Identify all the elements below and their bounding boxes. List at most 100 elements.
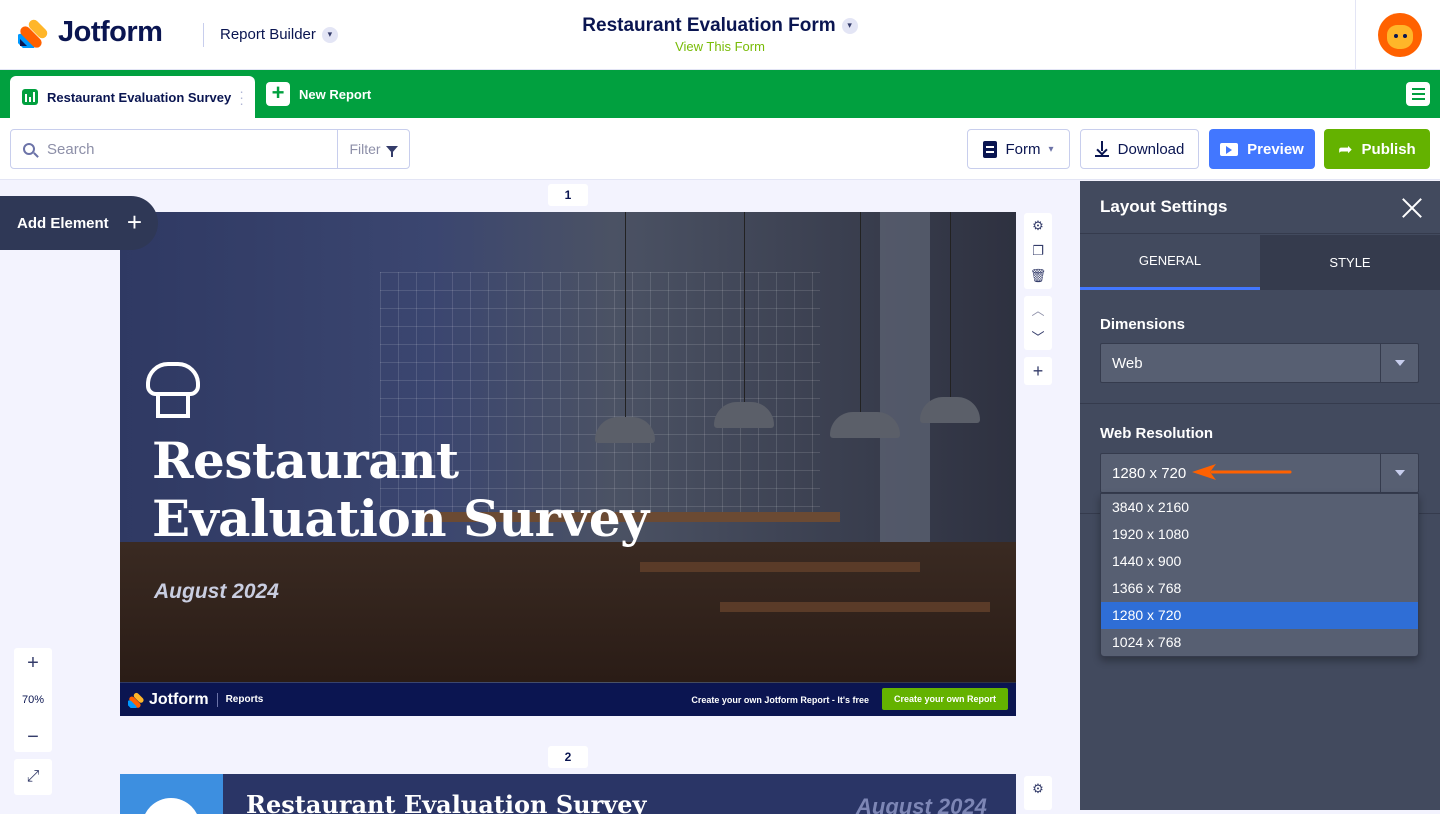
pendant-lamp [830,412,900,438]
publish-button[interactable]: ➦ Publish [1324,129,1430,169]
slide-date: August 2024 [154,580,279,603]
form-label: Form [1005,140,1041,158]
resolution-option[interactable]: 3840 x 2160 [1101,494,1418,521]
add-element-button[interactable]: Add Element + [0,196,158,250]
resolution-option[interactable]: 1920 x 1080 [1101,521,1418,548]
publish-label: Publish [1361,140,1416,158]
move-down-icon[interactable]: ﹀ [1031,327,1044,346]
search-input[interactable] [47,140,307,158]
add-slide-button[interactable]: + [1024,357,1052,385]
top-header: Jotform Report Builder ▾ Restaurant Eval… [0,0,1440,70]
resolution-option[interactable]: 1440 x 900 [1101,548,1418,575]
filter-label: Filter [349,141,381,157]
pendant-lamp [714,402,774,428]
close-icon[interactable] [1401,197,1423,219]
plus-icon: + [1032,360,1044,381]
cloud-icon [142,798,200,814]
chef-hat-icon [142,362,204,422]
hamburger-menu-icon[interactable] [1406,82,1430,106]
dropdown-arrow-icon [1380,344,1418,382]
slide-2[interactable]: Restaurant Evaluation Survey August 2024 [120,774,1016,814]
tab-general[interactable]: GENERAL [1080,235,1260,290]
dimensions-value: Web [1112,354,1143,372]
page-number: 2 [548,746,588,768]
form-title[interactable]: Restaurant Evaluation Form ▾ [0,15,1440,37]
slide-2-accent [120,774,223,814]
chevron-down-icon: ▾ [1048,143,1054,155]
lamp-cord [860,212,861,412]
slide-cover[interactable]: Restaurant Evaluation Survey August 2024… [120,212,1016,716]
panel-divider [1080,403,1440,404]
share-arrow-icon: ➦ [1338,139,1353,159]
gear-icon[interactable]: ⚙ [1032,781,1044,797]
move-up-icon[interactable]: ︿ [1031,300,1044,319]
report-icon [22,89,38,105]
panel-title: Layout Settings [1080,181,1440,234]
view-form-link[interactable]: View This Form [0,39,1440,54]
slide-footer: Jotform Reports Create your own Jotform … [120,683,1016,716]
form-icon [983,140,998,158]
page-number: 1 [548,184,588,206]
resolution-dropdown-list: 3840 x 2160 1920 x 1080 1440 x 900 1366 … [1100,493,1419,657]
lamp-cord [950,212,951,397]
footer-logo-text: Jotform [149,690,209,708]
slide-2-date: August 2024 [856,794,987,814]
search-box [10,129,338,169]
table [640,562,920,572]
slide-2-tools: ⚙ [1024,776,1052,810]
dimensions-label: Dimensions [1100,316,1186,333]
pendant-lamp [920,397,980,423]
dropdown-arrow-icon [1380,454,1418,492]
zoom-out-icon[interactable]: − [14,722,52,752]
filter-button[interactable]: Filter [337,129,410,169]
funnel-icon [385,145,398,157]
avatar[interactable] [1378,13,1422,57]
title-line-1: Restaurant [152,431,459,490]
more-options-icon[interactable]: · · · [239,84,244,110]
preview-button[interactable]: Preview [1209,129,1315,169]
zoom-in-icon[interactable]: + [14,648,52,678]
fullscreen-icon[interactable]: ⤢ [14,759,52,795]
table [720,602,990,612]
report-tabs-bar: Restaurant Evaluation Survey · · · [0,70,1440,118]
slide-order-tools: ︿ ﹀ [1024,296,1052,350]
copy-icon[interactable]: ❐ [1032,243,1044,259]
create-report-button[interactable]: Create your own Report [882,688,1008,710]
download-icon [1094,141,1109,157]
jotform-logo-icon [128,692,144,708]
zoom-controls: + 70% − [14,648,52,752]
footer-reports: Reports [225,694,264,705]
panel-tabs: GENERAL STYLE [1080,235,1440,290]
footer-divider [216,692,218,707]
web-resolution-value: 1280 x 720 [1112,464,1187,482]
download-button[interactable]: Download [1080,129,1199,169]
download-label: Download [1117,140,1185,158]
preview-label: Preview [1247,140,1304,158]
dimensions-select[interactable]: Web [1100,343,1419,383]
plus-icon: + [266,82,290,106]
new-report-label: New Report [299,86,372,102]
lamp-cord [744,212,745,402]
lamp-cord [625,212,626,417]
form-title-text: Restaurant Evaluation Form [582,15,836,36]
resolution-option-selected[interactable]: 1280 x 720 [1101,602,1418,629]
chevron-down-icon: ▾ [841,17,858,34]
new-report-button[interactable]: + New Report [266,82,371,106]
slide-tools: ⚙ ❐ 🗑 [1024,213,1052,289]
gear-icon[interactable]: ⚙ [1032,218,1044,234]
toolbar: Filter Form ▾ Download Preview ➦ Publish [0,118,1440,180]
tab-style[interactable]: STYLE [1260,235,1440,290]
account-area [1355,0,1440,70]
slide-2-title: Restaurant Evaluation Survey [246,790,647,814]
tab-label: Restaurant Evaluation Survey [47,89,232,105]
trash-icon[interactable]: 🗑 [1030,268,1047,284]
resolution-option[interactable]: 1366 x 768 [1101,575,1418,602]
footer-logo: Jotform [128,691,209,709]
resolution-option[interactable]: 1024 x 768 [1101,629,1418,656]
add-element-label: Add Element [17,214,109,232]
slide-title: Restaurant Evaluation Survey [152,432,649,548]
tab-restaurant-evaluation-survey[interactable]: Restaurant Evaluation Survey · · · [10,76,255,118]
form-button[interactable]: Form ▾ [967,129,1070,169]
plus-icon: + [126,207,142,237]
title-line-2: Evaluation Survey [152,489,649,548]
